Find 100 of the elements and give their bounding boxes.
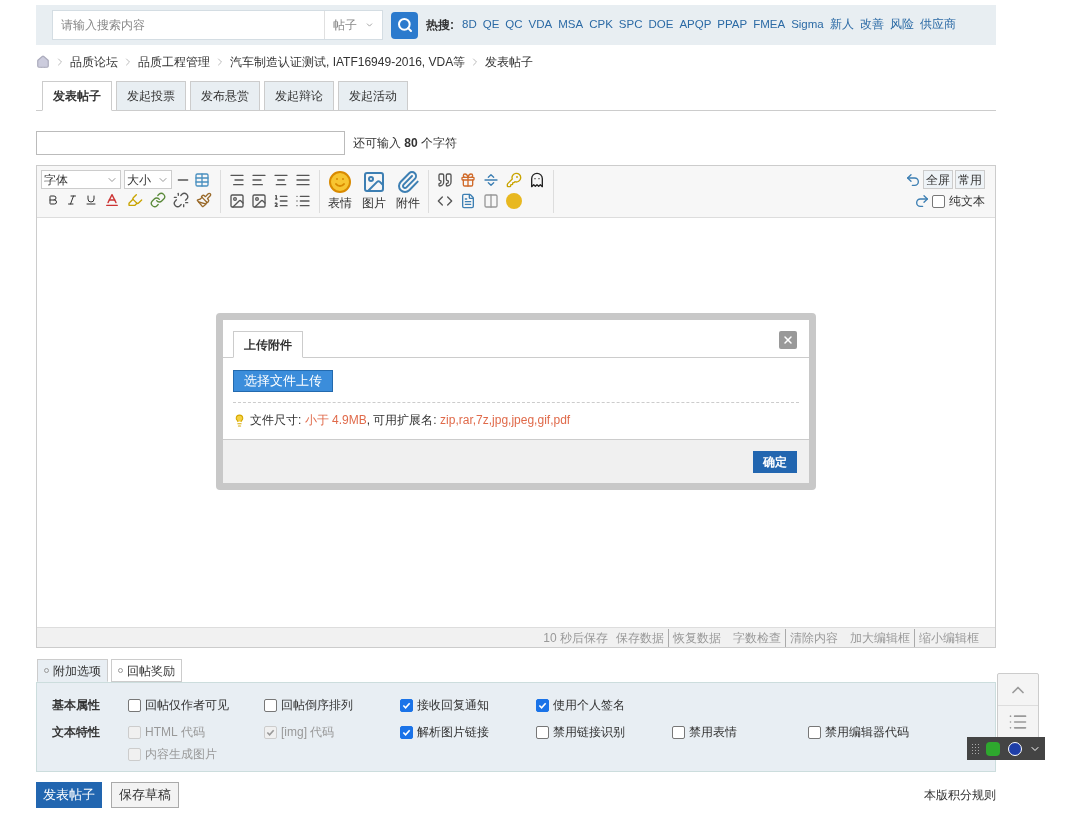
checkbox[interactable] [128, 698, 141, 712]
hot-search-link[interactable]: SPC [618, 16, 643, 34]
hot-search-link[interactable]: 供应商 [919, 16, 956, 34]
hot-search-link[interactable]: VDA [528, 16, 553, 34]
ordered-list-icon[interactable] [273, 193, 289, 209]
scope-select[interactable]: 帖子 [324, 11, 382, 39]
table-icon[interactable] [194, 171, 210, 188]
upload-button[interactable]: 选择文件上传 [233, 370, 333, 392]
hot-search-link[interactable]: FMEA [753, 16, 786, 34]
rules-link[interactable]: 本版积分规则 [924, 786, 996, 804]
checkbox[interactable] [536, 725, 549, 739]
status-link[interactable]: 字数检查 [729, 628, 785, 647]
bullet-list-icon[interactable] [295, 193, 311, 209]
checkbox-label: 接收回复通知 [417, 697, 489, 714]
gift-icon[interactable] [460, 172, 476, 188]
breadcrumb-link[interactable]: 品质工程管理 [138, 53, 210, 71]
status-link[interactable]: 加大编辑框 [846, 628, 914, 647]
editor-big-button[interactable]: 图片 [362, 170, 386, 213]
post-type-tab[interactable]: 发起投票 [116, 81, 186, 111]
close-button[interactable] [779, 331, 797, 349]
hot-search-link[interactable]: APQP [679, 16, 712, 34]
options-tab[interactable]: 回帖奖励 [111, 659, 182, 682]
checkbox[interactable] [400, 725, 413, 739]
confirm-button[interactable]: 确定 [753, 450, 797, 473]
brush-icon[interactable] [196, 192, 212, 208]
checkbox[interactable] [264, 698, 277, 712]
post-type-tab[interactable]: 发起辩论 [264, 81, 334, 111]
title-field[interactable] [36, 131, 345, 155]
redo-icon[interactable] [914, 193, 930, 209]
checkbox-label: 回帖仅作者可见 [145, 697, 229, 714]
file-limits-text: 文件尺寸: 小于 4.9MB, 可用扩展名: zip,rar,7z,jpg,jpeg,gif,pdf [250, 412, 571, 429]
bold-icon[interactable] [47, 194, 59, 206]
font-select[interactable]: 字体 [41, 170, 121, 189]
editor-big-button[interactable]: 附件 [396, 170, 420, 213]
hot-search-link[interactable]: 8D [462, 16, 477, 34]
undo-icon[interactable] [905, 171, 921, 188]
checkbox[interactable] [400, 698, 413, 712]
checkbox-label: 禁用表情 [689, 724, 737, 741]
checkmark-icon [402, 727, 411, 737]
link-icon[interactable] [150, 192, 166, 208]
hot-search-link[interactable]: 新人 [829, 16, 854, 34]
search-icon [396, 17, 413, 33]
status-link[interactable]: 恢复数据 [668, 628, 725, 647]
hot-search-link[interactable]: CPK [589, 16, 613, 34]
editor-big-button[interactable]: 表情 [328, 170, 352, 213]
editor-mode-button[interactable]: 全屏 [923, 170, 953, 189]
hot-search-link[interactable]: Sigma [791, 16, 824, 34]
code-icon[interactable] [437, 193, 453, 209]
font-color-icon[interactable] [104, 192, 120, 208]
italic-icon[interactable] [66, 194, 78, 206]
options-tab[interactable]: 附加选项 [37, 659, 108, 682]
list-icon [1008, 712, 1028, 732]
status-link[interactable]: 缩小编辑框 [914, 628, 983, 647]
checkbox[interactable] [672, 725, 685, 739]
search-field[interactable]: 请输入搜索内容 帖子 [52, 10, 383, 40]
underline-icon[interactable] [85, 194, 97, 206]
checkbox[interactable] [808, 725, 821, 739]
hot-search-link[interactable]: DOE [648, 16, 674, 34]
hot-search-link[interactable]: 改善 [859, 16, 884, 34]
breadcrumb-link[interactable]: 品质论坛 [70, 53, 118, 71]
size-select[interactable]: 大小 [124, 170, 172, 189]
checkbox-label: 回帖倒序排列 [281, 697, 353, 714]
align-right-icon[interactable] [229, 172, 245, 188]
align-justify-icon[interactable] [295, 172, 311, 188]
breadcrumb-link[interactable]: 汽车制造认证测试, IATF16949-2016, VDA等 [230, 53, 466, 71]
align-center-icon[interactable] [273, 172, 289, 188]
input-method-toolbar[interactable] [967, 737, 1045, 760]
status-link[interactable]: 清除内容 [785, 628, 842, 647]
hot-search-link[interactable]: PPAP [717, 16, 748, 34]
checkbox[interactable] [536, 698, 549, 712]
checkbox-label: 禁用编辑器代码 [825, 724, 909, 741]
editor-mode-button[interactable]: 常用 [955, 170, 985, 189]
align-left-icon[interactable] [251, 172, 267, 188]
unlink-icon[interactable] [173, 192, 189, 208]
hot-search-link[interactable]: 风险 [889, 16, 914, 34]
checkmark-icon [402, 700, 411, 710]
post-type-tab[interactable]: 发布悬赏 [190, 81, 260, 111]
checkbox-label: HTML 代码 [145, 724, 205, 741]
breadcrumb-link[interactable]: 发表帖子 [485, 53, 534, 71]
post-button[interactable]: 发表帖子 [36, 782, 102, 808]
autosave-text: 10 秒后保存 [543, 629, 608, 647]
hot-search-label: 热搜: [426, 17, 454, 34]
columns-icon[interactable] [483, 193, 499, 209]
post-type-tab[interactable]: 发表帖子 [42, 81, 112, 111]
separator-icon[interactable] [483, 172, 499, 188]
hot-search-link[interactable]: QE [482, 16, 500, 34]
checkbox-label: 使用个人签名 [553, 697, 625, 714]
save-draft-button[interactable]: 保存草稿 [111, 782, 179, 808]
quote-icon[interactable] [437, 172, 453, 188]
status-link[interactable]: 保存数据 [612, 628, 668, 647]
option-group-label: 文本特性 [52, 724, 101, 741]
checkbox[interactable] [932, 194, 945, 208]
document-icon[interactable] [460, 193, 476, 209]
dialog-tab[interactable]: 上传附件 [233, 331, 303, 358]
option-group-label: 基本属性 [52, 697, 101, 714]
close-icon [782, 334, 794, 346]
post-type-tab[interactable]: 发起活动 [338, 81, 408, 111]
hot-search-link[interactable]: QC [505, 16, 523, 34]
search-button[interactable] [391, 11, 418, 39]
hot-search-link[interactable]: MSA [558, 16, 584, 34]
